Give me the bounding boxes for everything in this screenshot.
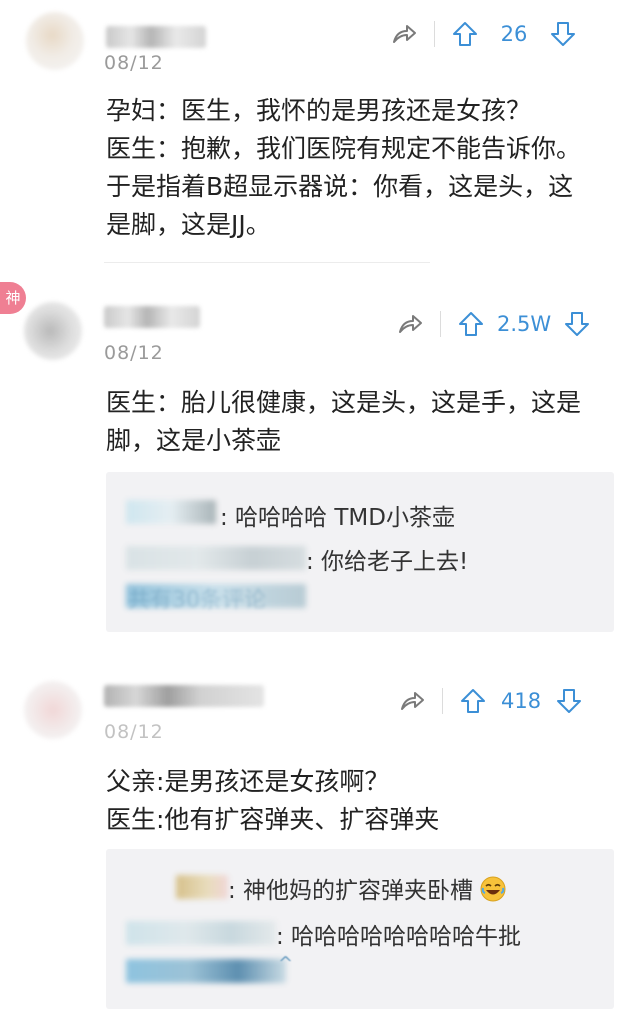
divider [104,262,430,263]
reply-author[interactable] [126,500,216,524]
reply-text: : 哈哈哈哈 TMD小茶壶 [220,505,455,531]
downvote-icon[interactable] [549,20,577,48]
view-more-text[interactable]: 共有30条评论 [128,582,266,614]
reply-author[interactable] [126,546,306,570]
reply-preview[interactable]: : 哈哈哈哈 TMD小茶壶 : 你给老子上去! 共有30条评论 [106,472,614,632]
reply-text: : 你给老子上去! [306,549,469,575]
reply-preview[interactable]: : 神他妈的扩容弹夹卧槽 : 哈哈哈哈哈哈哈哈牛批 ^ [106,849,614,1009]
reply-text: : 神他妈的扩容弹夹卧槽 [228,871,506,905]
divider [440,311,441,337]
comment-line: 父亲:是男孩还是女孩啊？ [106,767,390,796]
reply-text-content: : 神他妈的扩容弹夹卧槽 [228,878,474,904]
comment-line: 是脚，这是JJ。 [106,210,271,239]
share-icon[interactable] [390,20,418,48]
comment-line: 于是指着B超显示器说：你看，这是头，这 [106,172,574,201]
avatar[interactable] [26,12,84,70]
comment-card: 08/12 26 孕妇：医生，我怀的是男孩还是女孩？ 医生：抱歉，我们医院有规定… [0,0,640,270]
upvote-icon[interactable] [459,687,487,715]
comment-line: 医生：抱歉，我们医院有规定不能告诉你。 [106,134,582,163]
comment-body: 父亲:是男孩还是女孩啊？ 医生:他有扩容弹夹、扩容弹夹 [106,763,616,839]
comment-card: 神 08/12 2.5W 医生：胎儿很健康，这是头，这是手，这是 脚，这是小茶壶… [0,280,640,650]
avatar[interactable] [24,302,82,360]
downvote-icon[interactable] [555,687,583,715]
comment-actions: 418 [398,687,583,715]
view-all-replies[interactable] [126,959,286,983]
comment-actions: 26 [390,20,577,48]
comment-card: 08/12 418 父亲:是男孩还是女孩啊？ 医生:他有扩容弹夹、扩容弹夹 : … [0,665,640,1027]
reply-text: : 哈哈哈哈哈哈哈哈牛批 [276,924,522,950]
username[interactable] [104,306,200,328]
divider [442,688,443,714]
reply-author[interactable] [176,875,228,899]
chevron-up-icon[interactable]: ^ [278,953,293,974]
downvote-icon[interactable] [563,310,591,338]
upvote-icon[interactable] [451,20,479,48]
comment-line: 孕妇：医生，我怀的是男孩还是女孩？ [106,96,532,125]
vote-count: 418 [501,689,542,713]
comment-line: 医生:他有扩容弹夹、扩容弹夹 [106,805,440,834]
comment-line: 医生：胎儿很健康，这是头，这是手，这是 [106,388,582,417]
comment-date: 08/12 [104,52,164,74]
share-icon[interactable] [398,687,426,715]
laughing-emoji-icon [480,876,506,902]
reply-author[interactable] [126,921,276,945]
comment-body: 孕妇：医生，我怀的是男孩还是女孩？ 医生：抱歉，我们医院有规定不能告诉你。 于是… [106,92,616,244]
username[interactable] [104,685,264,707]
comment-body: 医生：胎儿很健康，这是头，这是手，这是 脚，这是小茶壶 [106,384,616,460]
share-icon[interactable] [396,310,424,338]
upvote-icon[interactable] [457,310,485,338]
username[interactable] [106,26,206,48]
divider [434,21,435,47]
avatar[interactable] [24,681,82,739]
comment-actions: 2.5W [396,310,591,338]
vote-count: 2.5W [497,312,552,336]
god-comment-badge: 神 [0,282,26,314]
comment-date: 08/12 [104,721,164,743]
vote-count: 26 [500,22,528,46]
comment-date: 08/12 [104,342,164,364]
comment-line: 脚，这是小茶壶 [106,426,282,455]
